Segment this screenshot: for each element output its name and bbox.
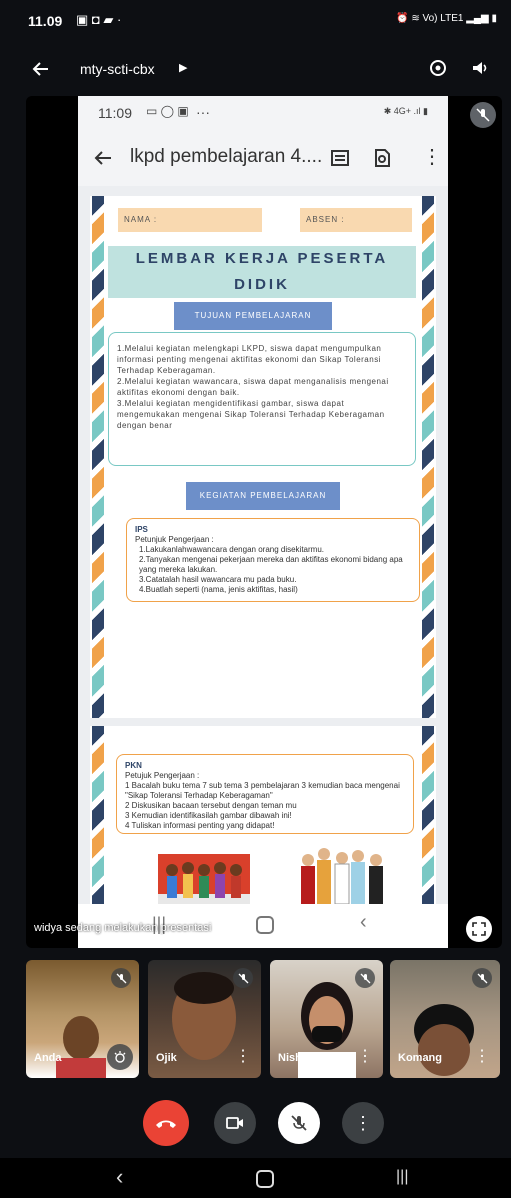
participant-tile[interactable]: Nishimura ⋮: [270, 960, 383, 1078]
more-options-icon[interactable]: ⋮: [474, 1046, 490, 1066]
speaker-icon[interactable]: [470, 58, 490, 78]
network-label: Vo) LTE1: [422, 13, 464, 24]
switch-camera-icon[interactable]: [428, 58, 448, 78]
ips-box: IPS Petunjuk Pengerjaan : 1.Lakukanlahwa…: [126, 518, 420, 602]
system-nav-bar: ‹ |||: [0, 1158, 511, 1198]
overflow-menu-icon: ⋮: [422, 146, 442, 168]
nav-recents-icon[interactable]: |||: [396, 1168, 408, 1186]
clock: 11.09: [28, 13, 63, 29]
pkn-item: 4 Tuliskan informasi penting yang didapa…: [125, 821, 275, 830]
ips-title: IPS: [135, 525, 148, 534]
more-options-button[interactable]: ⋮: [342, 1102, 384, 1144]
doc-back-icon: [94, 151, 111, 165]
pkn-subtitle: Petujuk Pengerjaan :: [125, 771, 200, 780]
shared-signal-icons: ✱ 4G+ .ıl ▮: [383, 106, 428, 116]
kegiatan-heading: KEGIATAN PEMBELAJARAN: [186, 482, 340, 510]
ips-item: 2.Tanyakan mengenai pekerjaan mereka dan…: [139, 555, 403, 574]
decorative-stripe-left: [92, 726, 104, 904]
meeting-code[interactable]: mty-scti-cbx: [80, 61, 155, 77]
decorative-stripe-right: [422, 196, 434, 718]
ips-item: 1.Lakukanlahwawancara dengan orang disek…: [139, 545, 325, 554]
shared-status-bar: 11:09 ▭ ◯ ▣ ··· ✱ 4G+ .ıl ▮: [78, 96, 448, 130]
alarm-icon: ⏰: [396, 13, 409, 24]
signal-icon: ▂▄▆: [466, 13, 489, 24]
participant-video: [414, 1004, 474, 1076]
pkn-box: PKN Petujuk Pengerjaan : 1 Bacalah buku …: [116, 754, 414, 834]
doc-title: lkpd pembelajaran 4....: [130, 146, 323, 167]
fullscreen-button[interactable]: [466, 916, 492, 942]
system-status-bar: 11.09 ▣ ◘ ▰ · ⏰ ≋ Vo) LTE1 ▂▄▆ ▮: [0, 0, 511, 46]
doc-app-bar: lkpd pembelajaran 4.... ⋮: [78, 130, 448, 186]
video-camera-icon: [226, 1117, 243, 1129]
participant-tile[interactable]: Ojik ⋮: [148, 960, 261, 1078]
pkn-title: PKN: [125, 761, 142, 770]
ips-subtitle: Petunjuk Pengerjaan :: [135, 535, 214, 544]
ips-item: 3.Catatalah hasil wawancara mu pada buku…: [139, 575, 297, 584]
tujuan-heading: TUJUAN PEMBELAJARAN: [174, 302, 332, 330]
home-icon: [256, 916, 274, 934]
nav-back-icon[interactable]: ‹: [116, 1164, 123, 1190]
mic-off-icon: [355, 968, 375, 988]
participant-name: Ojik: [156, 1052, 177, 1064]
tujuan-item: 1.Melalui kegiatan melengkapi LKPD, sisw…: [117, 344, 382, 375]
back-icon: ‹: [360, 911, 367, 933]
participant-name: Komang: [398, 1052, 442, 1064]
diversity-illustration-1: [158, 854, 250, 904]
participant-name: Anda: [34, 1052, 62, 1064]
hang-up-icon: [156, 1120, 176, 1128]
status-icons: ⏰ ≋ Vo) LTE1 ▂▄▆ ▮: [396, 13, 497, 24]
tujuan-box: 1.Melalui kegiatan melengkapi LKPD, sisw…: [108, 332, 416, 466]
battery-icon: ▮: [491, 13, 497, 24]
camera-toggle-button[interactable]: [214, 1102, 256, 1144]
worksheet-page-1: NAMA : ABSEN : LEMBAR KERJA PESERTA DIDI…: [90, 196, 436, 718]
shared-screen: 11:09 ▭ ◯ ▣ ··· ✱ 4G+ .ıl ▮ lkpd pembela…: [78, 96, 448, 904]
decorative-stripe-right: [422, 726, 434, 904]
mic-off-icon: [291, 1115, 307, 1131]
more-vert-icon: ⋮: [354, 1112, 372, 1133]
meet-top-bar: mty-scti-cbx ▶: [0, 46, 511, 92]
more-options-icon[interactable]: ⋮: [235, 1046, 251, 1066]
effects-button[interactable]: [107, 1044, 133, 1070]
diversity-illustration-2: [301, 848, 383, 904]
tujuan-item: 2.Melalui kegiatan wawancara, siswa dapa…: [117, 377, 389, 397]
more-dots: ···: [196, 104, 210, 120]
shared-notification-icons: ▭ ◯ ▣: [146, 104, 189, 118]
fullscreen-icon: [472, 922, 486, 936]
more-options-icon[interactable]: ⋮: [357, 1046, 373, 1066]
mic-off-icon: [233, 968, 253, 988]
document-viewer: NAMA : ABSEN : LEMBAR KERJA PESERTA DIDI…: [78, 186, 448, 904]
mic-toggle-button[interactable]: [278, 1102, 320, 1144]
mic-off-icon: [111, 968, 131, 988]
nama-field: NAMA :: [118, 208, 262, 232]
absen-field: ABSEN :: [300, 208, 412, 232]
decorative-stripe-left: [92, 196, 104, 718]
comment-icon: [331, 150, 349, 166]
ips-item: 4.Buatlah seperti (nama, jenis aktifitas…: [139, 585, 298, 594]
pkn-item: 2 Diskusikan bacaan tersebut dengan tema…: [125, 801, 297, 810]
participant-video: [56, 1016, 106, 1078]
back-arrow-icon[interactable]: [32, 60, 50, 78]
mic-off-icon: [472, 968, 492, 988]
participant-tile[interactable]: Komang ⋮: [390, 960, 500, 1078]
participant-tile[interactable]: Anda: [26, 960, 139, 1078]
worksheet-page-2: PKN Petujuk Pengerjaan : 1 Bacalah buku …: [90, 726, 436, 904]
wifi-icon: ≋: [411, 13, 420, 24]
mic-off-icon: [470, 102, 496, 128]
worksheet-title: LEMBAR KERJA PESERTA DIDIK: [108, 246, 416, 298]
sparkle-effects-icon: [114, 1051, 126, 1063]
end-call-button[interactable]: [143, 1100, 189, 1146]
notification-icons: ▣ ◘ ▰ ·: [76, 12, 122, 27]
participant-name: Nishimura: [278, 1052, 332, 1064]
tujuan-item: 3.Melalui kegiatan mengidentifikasi gamb…: [117, 399, 385, 430]
pkn-item: 1 Bacalah buku tema 7 sub tema 3 pembela…: [125, 781, 400, 800]
chevron-right-icon[interactable]: ▶: [179, 61, 187, 74]
shared-clock: 11:09: [98, 105, 132, 121]
presentation-caption: widya sedang melakukan presentasi: [34, 922, 212, 934]
nav-home-icon[interactable]: [256, 1170, 274, 1188]
search-doc-icon: [375, 149, 390, 167]
pkn-item: 3 Kemudian identifikasilah gambar dibawa…: [125, 811, 292, 820]
